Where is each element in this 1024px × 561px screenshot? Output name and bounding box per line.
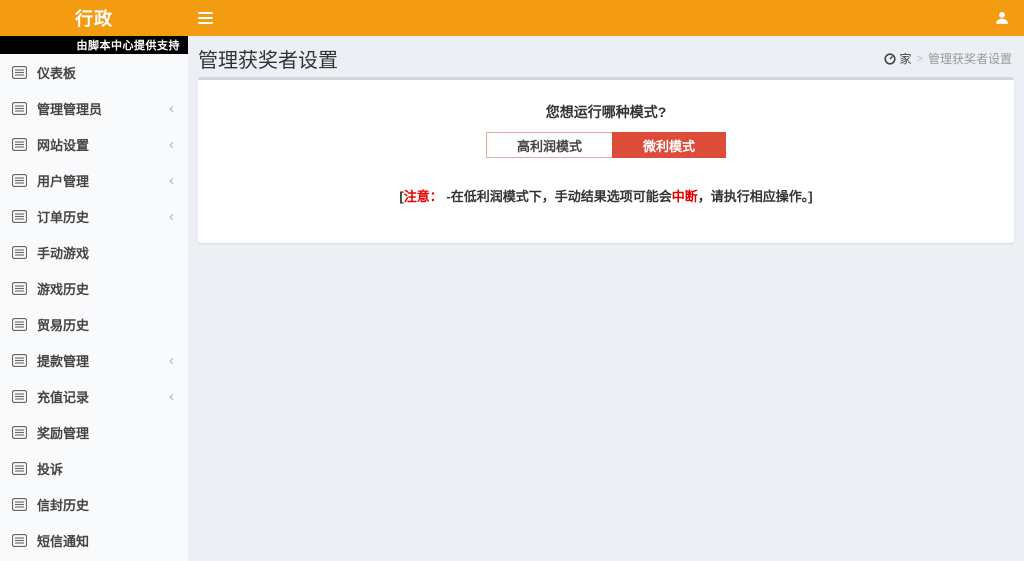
sidebar-item-label: 信封历史 bbox=[37, 495, 176, 514]
user-icon bbox=[995, 11, 1009, 25]
sidebar-item-label: 网站设置 bbox=[37, 135, 169, 154]
list-alt-icon bbox=[12, 318, 28, 331]
sidebar-item-label: 手动游戏 bbox=[37, 243, 176, 262]
breadcrumb-home-link[interactable]: 家 bbox=[884, 50, 912, 67]
list-alt-icon bbox=[12, 498, 28, 511]
sidebar-item-order-history[interactable]: 订单历史 ‹ bbox=[0, 198, 188, 234]
note-text-after: ，请执行相应操作。] bbox=[698, 189, 813, 204]
sidebar-toggle-button[interactable] bbox=[188, 0, 226, 36]
sidebar-item-dashboard[interactable]: 仪表板 bbox=[0, 54, 188, 90]
content-area: 管理获奖者设置 家 > 管理获奖者设置 您想运行哪种模式? bbox=[188, 36, 1024, 561]
sidebar-item-label: 用户管理 bbox=[37, 171, 169, 190]
admin-app: 行政 由脚本中心提供支持 仪表板 bbox=[0, 0, 1024, 561]
mode-question: 您想运行哪种模式? bbox=[218, 102, 994, 122]
breadcrumb-home-label: 家 bbox=[900, 50, 912, 67]
list-alt-icon bbox=[12, 534, 28, 547]
content-header: 管理获奖者设置 家 > 管理获奖者设置 bbox=[198, 36, 1014, 77]
note-highlight: 中断 bbox=[672, 189, 698, 204]
sidebar-item-label: 游戏历史 bbox=[37, 279, 176, 298]
breadcrumb-current: 管理获奖者设置 bbox=[928, 50, 1012, 67]
chevron-left-icon: ‹ bbox=[169, 137, 176, 152]
sidebar-item-label: 订单历史 bbox=[37, 207, 169, 226]
sidebar-item-label: 仪表板 bbox=[37, 63, 176, 82]
list-alt-icon bbox=[12, 138, 28, 151]
high-profit-mode-button[interactable]: 高利润模式 bbox=[486, 132, 612, 158]
dashboard-icon bbox=[884, 53, 896, 65]
chevron-left-icon: ‹ bbox=[169, 173, 176, 188]
sidebar-item-trade-history[interactable]: 贸易历史 bbox=[0, 306, 188, 342]
sidebar-item-reward-management[interactable]: 奖励管理 bbox=[0, 414, 188, 450]
sidebar: 由脚本中心提供支持 仪表板 管理管理员 ‹ 网站设置 ‹ bbox=[0, 36, 188, 561]
list-alt-icon bbox=[12, 246, 28, 259]
sidebar-item-site-settings[interactable]: 网站设置 ‹ bbox=[0, 126, 188, 162]
list-alt-icon bbox=[12, 66, 28, 79]
note-warn-label: 注意： bbox=[404, 189, 443, 204]
list-alt-icon bbox=[12, 282, 28, 295]
sidebar-item-withdrawal-management[interactable]: 提款管理 ‹ bbox=[0, 342, 188, 378]
mode-button-group: 高利润模式 微利模式 bbox=[486, 132, 726, 158]
sidebar-item-game-history[interactable]: 游戏历史 bbox=[0, 270, 188, 306]
sidebar-item-recharge-records[interactable]: 充值记录 ‹ bbox=[0, 378, 188, 414]
breadcrumb-separator: > bbox=[917, 53, 923, 65]
chevron-left-icon: ‹ bbox=[169, 101, 176, 116]
navbar-right-area bbox=[188, 0, 1024, 36]
sidebar-item-label: 提款管理 bbox=[37, 351, 169, 370]
sidebar-item-label: 短信通知 bbox=[37, 531, 176, 550]
list-alt-icon bbox=[12, 210, 28, 223]
sidebar-item-envelope-history[interactable]: 信封历史 bbox=[0, 486, 188, 522]
hamburger-icon bbox=[198, 12, 213, 14]
list-alt-icon bbox=[12, 426, 28, 439]
sidebar-item-label: 投诉 bbox=[37, 459, 176, 478]
sidebar-item-label: 管理管理员 bbox=[37, 99, 169, 118]
sidebar-item-manage-admins[interactable]: 管理管理员 ‹ bbox=[0, 90, 188, 126]
list-alt-icon bbox=[12, 174, 28, 187]
chevron-left-icon: ‹ bbox=[169, 353, 176, 368]
sidebar-menu: 仪表板 管理管理员 ‹ 网站设置 ‹ 用户管理 ‹ bbox=[0, 54, 188, 558]
sidebar-item-label: 充值记录 bbox=[37, 387, 169, 406]
top-navbar: 行政 bbox=[0, 0, 1024, 36]
page-title: 管理获奖者设置 bbox=[198, 44, 338, 73]
main-area: 由脚本中心提供支持 仪表板 管理管理员 ‹ 网站设置 ‹ bbox=[0, 36, 1024, 561]
sidebar-item-user-management[interactable]: 用户管理 ‹ bbox=[0, 162, 188, 198]
list-alt-icon bbox=[12, 354, 28, 367]
breadcrumb: 家 > 管理获奖者设置 bbox=[884, 50, 1012, 67]
user-menu-button[interactable] bbox=[984, 0, 1020, 36]
list-alt-icon bbox=[12, 102, 28, 115]
sidebar-item-sms-notifications[interactable]: 短信通知 bbox=[0, 522, 188, 558]
list-alt-icon bbox=[12, 462, 28, 475]
logo[interactable]: 行政 bbox=[0, 0, 188, 36]
note-text-before: -在低利润模式下，手动结果选项可能会 bbox=[443, 189, 672, 204]
sidebar-item-complaints[interactable]: 投诉 bbox=[0, 450, 188, 486]
list-alt-icon bbox=[12, 390, 28, 403]
chevron-left-icon: ‹ bbox=[169, 209, 176, 224]
sidebar-item-label: 贸易历史 bbox=[37, 315, 176, 334]
powered-by-banner: 由脚本中心提供支持 bbox=[0, 36, 188, 54]
sidebar-item-manual-games[interactable]: 手动游戏 bbox=[0, 234, 188, 270]
mode-settings-card: 您想运行哪种模式? 高利润模式 微利模式 [注意： -在低利润模式下，手动结果选… bbox=[198, 77, 1014, 243]
sidebar-item-label: 奖励管理 bbox=[37, 423, 176, 442]
warning-note: [注意： -在低利润模式下，手动结果选项可能会中断，请执行相应操作。] bbox=[218, 186, 994, 205]
low-profit-mode-button[interactable]: 微利模式 bbox=[612, 132, 726, 158]
chevron-left-icon: ‹ bbox=[169, 389, 176, 404]
